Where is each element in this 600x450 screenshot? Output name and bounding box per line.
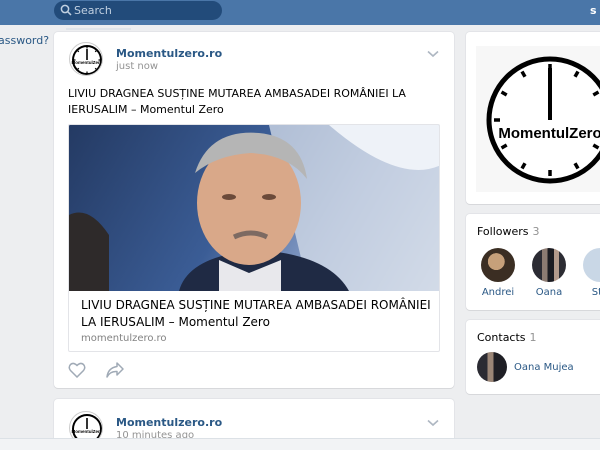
avatar	[532, 248, 566, 282]
heart-icon[interactable]	[68, 362, 86, 378]
followers-header[interactable]: Followers 3	[477, 225, 540, 238]
post-text: LIVIU DRAGNEA SUSȚINE MUTAREA AMBASADEI …	[68, 87, 406, 116]
post-time[interactable]: just now	[116, 61, 158, 72]
link-attachment[interactable]: LIVIU DRAGNEA SUSȚINE MUTAREA AMBASADEI …	[68, 124, 440, 352]
contacts-title: Contacts	[477, 331, 526, 344]
search-icon	[60, 4, 72, 16]
avatar	[583, 248, 600, 282]
attachment-site[interactable]: momentulzero.ro	[81, 333, 167, 344]
chevron-down-icon[interactable]	[427, 419, 439, 427]
post-author-name[interactable]: Momentulzero.ro	[116, 416, 222, 429]
chevron-down-icon[interactable]	[427, 50, 439, 58]
post-author-avatar[interactable]: MomentulZero	[69, 42, 103, 76]
follower-item[interactable]: Ste	[576, 248, 600, 298]
avatar-logo-text: MomentulZero	[72, 60, 103, 65]
post-card: MomentulZero Momentulzero.ro just now LI…	[54, 32, 454, 388]
followers-title: Followers	[477, 225, 529, 238]
avatar	[481, 248, 515, 282]
share-icon[interactable]	[106, 362, 124, 378]
bottom-bar	[0, 438, 600, 450]
forgot-password-link[interactable]: assword?	[0, 34, 49, 47]
follower-name: Ste	[591, 287, 600, 298]
feed-tab-divider	[66, 28, 131, 30]
contacts-block: Contacts 1 Oana Mujea	[466, 320, 600, 394]
clock-logo-icon: MomentulZero	[72, 45, 103, 75]
search-placeholder: Search	[74, 4, 112, 17]
post-author-name[interactable]: Momentulzero.ro	[116, 47, 222, 60]
attachment-photo[interactable]	[69, 125, 439, 291]
follower-item[interactable]: Andrei	[474, 248, 522, 298]
logo-text: MomentulZero	[498, 125, 600, 142]
avatar-logo-text: MomentulZero	[72, 429, 103, 434]
followers-block: Followers3 Andrei Oana Ste	[466, 214, 600, 310]
top-bar: Search s	[0, 0, 600, 25]
follower-name: Andrei	[481, 287, 515, 298]
contacts-header[interactable]: Contacts 1	[477, 331, 537, 344]
community-logo-block: MomentulZero	[466, 32, 600, 204]
contact-name[interactable]: Oana Mujea	[514, 362, 574, 373]
attachment-title[interactable]: LIVIU DRAGNEA SUSȚINE MUTAREA AMBASADEI …	[81, 297, 431, 331]
followers-count: 3	[532, 225, 540, 238]
contact-avatar[interactable]	[477, 352, 507, 382]
follower-name: Oana	[535, 287, 563, 298]
community-cover[interactable]: MomentulZero	[476, 46, 600, 192]
user-menu[interactable]: s	[590, 4, 597, 17]
contacts-count: 1	[529, 331, 537, 344]
clock-logo-icon: MomentulZero	[486, 56, 600, 184]
search-input[interactable]: Search	[54, 1, 222, 20]
portrait-photo	[69, 125, 439, 291]
follower-item[interactable]: Oana	[525, 248, 573, 298]
